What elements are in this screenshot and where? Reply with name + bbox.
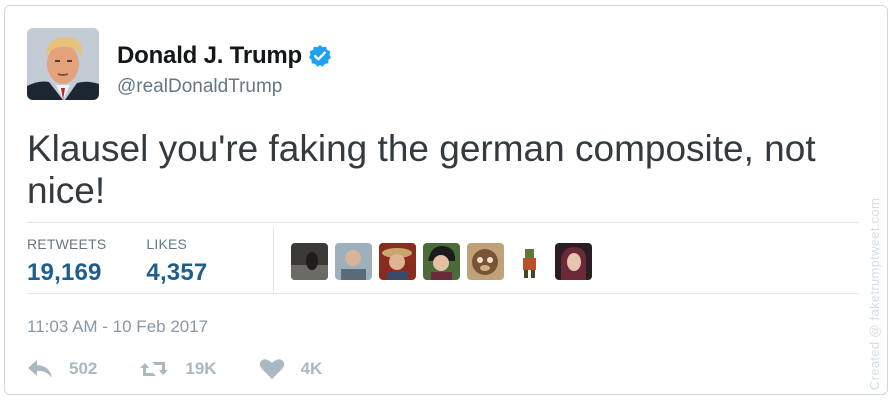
stats-bottom-divider (27, 293, 859, 294)
like-button[interactable]: 4K (259, 358, 323, 380)
author-handle[interactable]: @realDonaldTrump (117, 76, 282, 98)
retweet-icon (139, 359, 169, 379)
retweets-label: RETWEETS (27, 236, 107, 252)
liker-avatar-4[interactable] (423, 243, 460, 280)
liker-avatars (291, 243, 592, 280)
author-name-row: Donald J. Trump (117, 42, 332, 70)
stats-separator (273, 228, 274, 294)
liker-avatar-7[interactable] (555, 243, 592, 280)
heart-icon (259, 358, 285, 380)
liker-avatar-6[interactable] (511, 243, 548, 280)
liker-avatar-2[interactable] (335, 243, 372, 280)
retweets-count: 19,169 (27, 259, 102, 286)
retweet-count: 19K (185, 359, 217, 378)
tweet-timestamp[interactable]: 11:03 AM - 10 Feb 2017 (27, 317, 208, 337)
likes-stat[interactable]: LIKES 4,357 (146, 236, 207, 287)
tweet-card: Donald J. Trump @realDonaldTrump Klausel… (4, 5, 888, 395)
author-avatar[interactable] (27, 28, 99, 100)
tweet-text: Klausel you're faking the german composi… (27, 128, 816, 211)
reply-icon (27, 359, 53, 379)
tweet-stats: RETWEETS 19,169 LIKES 4,357 (27, 236, 247, 294)
author-name[interactable]: Donald J. Trump (117, 42, 302, 70)
liker-avatar-3[interactable] (379, 243, 416, 280)
like-count: 4K (300, 359, 323, 378)
watermark-text: Created @ faketrumptweet.com (867, 197, 882, 390)
reply-button[interactable]: 502 (27, 359, 97, 379)
likes-label: LIKES (146, 236, 188, 252)
stats-top-divider (27, 222, 859, 223)
retweet-button[interactable]: 19K (139, 359, 217, 379)
liker-avatar-1[interactable] (291, 243, 328, 280)
retweets-stat[interactable]: RETWEETS 19,169 (27, 236, 106, 287)
likes-count: 4,357 (146, 259, 208, 286)
reply-count: 502 (69, 359, 98, 378)
verified-badge-icon (308, 44, 332, 68)
liker-avatar-5[interactable] (467, 243, 504, 280)
tweet-actions: 502 19K 4K (27, 358, 364, 380)
